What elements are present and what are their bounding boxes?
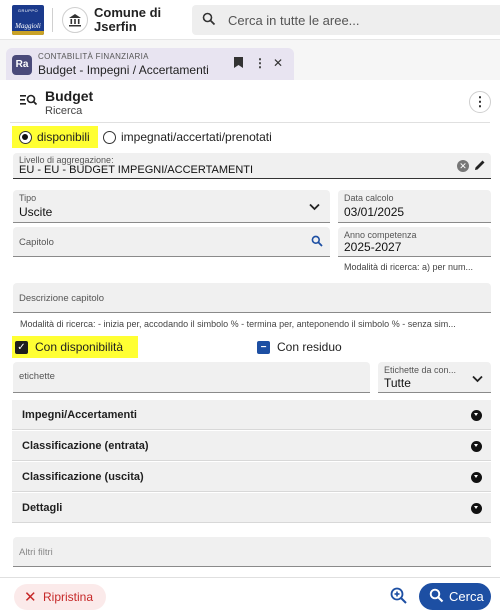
- tipo-value: Uscite: [19, 205, 53, 219]
- etichette-select[interactable]: Etichette da con... Tutte: [378, 362, 491, 393]
- accordion-impegni-accertamenti[interactable]: Impegni/Accertamenti: [12, 400, 491, 430]
- tipo-label: Tipo: [19, 193, 37, 203]
- descrizione-placeholder: Descrizione capitolo: [19, 293, 105, 304]
- radio-button-selected[interactable]: [19, 130, 32, 144]
- etichette-input[interactable]: etichette: [13, 362, 370, 393]
- etichette-placeholder: etichette: [19, 371, 55, 382]
- search-icon: [202, 12, 216, 29]
- radio-impegnati-label: impegnati/accertati/prenotati: [121, 130, 272, 144]
- etichette-select-label: Etichette da con...: [384, 365, 457, 375]
- tab-section: CONTABILITÀ FINANZIARIA: [38, 52, 149, 61]
- con-residuo-label: Con residuo: [277, 340, 342, 354]
- edit-icon[interactable]: [474, 159, 486, 174]
- town-hall-icon[interactable]: [62, 7, 88, 33]
- capitolo-input[interactable]: Capitolo: [13, 227, 330, 257]
- search-button[interactable]: Cerca: [419, 583, 491, 610]
- reset-label: Ripristina: [43, 590, 94, 604]
- comune-name[interactable]: Comune di Jserfin: [94, 6, 161, 34]
- maggioli-logo[interactable]: GRUPPO Maggioli: [12, 5, 44, 35]
- accordion-classificazione-entrata[interactable]: Classificazione (entrata): [12, 431, 491, 461]
- data-calcolo-value: 03/01/2025: [344, 205, 405, 219]
- anno-label: Anno competenza: [344, 230, 417, 240]
- tab-strip: Ra CONTABILITÀ FINANZIARIA Budget - Impe…: [0, 40, 500, 80]
- bookmark-icon[interactable]: [234, 57, 243, 71]
- anno-hint: Modalità di ricerca: a) per num...: [344, 262, 474, 272]
- anno-value: 2025-2027: [344, 240, 402, 254]
- tab-more-icon[interactable]: ⋮: [254, 56, 266, 70]
- search-icon: [429, 588, 444, 606]
- zoom-in-button[interactable]: [389, 586, 411, 608]
- clear-icon[interactable]: ✕: [457, 160, 469, 172]
- accordion-title: Classificazione (uscita): [22, 471, 144, 483]
- radio-disponibili[interactable]: disponibili: [12, 126, 98, 148]
- module-badge: Ra: [12, 55, 32, 75]
- descrizione-hint: Modalità di ricerca: - inizia per, accod…: [20, 319, 456, 329]
- divider: [0, 577, 500, 578]
- tab-budget[interactable]: Ra CONTABILITÀ FINANZIARIA Budget - Impe…: [6, 48, 294, 80]
- divider: [52, 8, 53, 32]
- accordion-title: Dettagli: [22, 502, 63, 514]
- search-button-label: Cerca: [449, 589, 484, 604]
- con-disponibilita-label: Con disponibilità: [35, 340, 124, 354]
- logo-line2: Maggioli: [15, 22, 41, 30]
- capitolo-placeholder: Capitolo: [19, 237, 54, 248]
- radio-disponibili-label: disponibili: [37, 130, 90, 144]
- filter-search-icon: [20, 93, 38, 110]
- expand-icon: [471, 472, 482, 483]
- radio-button[interactable]: [103, 130, 116, 144]
- chevron-down-icon: [309, 200, 320, 214]
- data-calcolo-label: Data calcolo: [344, 193, 394, 203]
- checkbox-checked-icon[interactable]: ✓: [15, 340, 28, 354]
- radio-impegnati[interactable]: impegnati/accertati/prenotati: [103, 126, 272, 148]
- page-subtitle: Ricerca: [45, 105, 83, 117]
- logo-line1: GRUPPO: [17, 8, 39, 13]
- etichette-select-value: Tutte: [384, 376, 411, 390]
- data-calcolo-field[interactable]: Data calcolo 03/01/2025: [338, 190, 491, 223]
- accordion-title: Impegni/Accertamenti: [22, 409, 137, 421]
- expand-icon: [471, 441, 482, 452]
- expand-icon: [471, 410, 482, 421]
- accordion-dettagli[interactable]: Dettagli: [12, 493, 491, 523]
- reset-button[interactable]: ✕ Ripristina: [14, 584, 106, 610]
- descrizione-capitolo-input[interactable]: Descrizione capitolo: [13, 283, 491, 313]
- close-icon[interactable]: ✕: [273, 56, 283, 70]
- top-bar: GRUPPO Maggioli Comune di Jserfin Cerca …: [0, 0, 500, 40]
- panel-menu-button[interactable]: ⋮: [469, 91, 491, 113]
- page-title: Budget: [45, 88, 94, 104]
- expand-icon: [471, 503, 482, 514]
- altri-filtri-input[interactable]: Altri filtri: [13, 537, 491, 567]
- anno-competenza-field[interactable]: Anno competenza 2025-2027: [338, 227, 491, 257]
- close-icon: ✕: [24, 589, 37, 606]
- altri-filtri-placeholder: Altri filtri: [19, 547, 53, 558]
- checkbox-con-residuo[interactable]: − Con residuo: [257, 336, 342, 358]
- accordion-classificazione-uscita[interactable]: Classificazione (uscita): [12, 462, 491, 492]
- checkbox-indeterminate-icon[interactable]: −: [257, 340, 270, 354]
- chevron-down-icon: [472, 372, 483, 386]
- comune-line1: Comune di: [94, 5, 162, 20]
- divider: [10, 122, 490, 123]
- checkbox-con-disponibilita[interactable]: ✓ Con disponibilità: [12, 336, 138, 358]
- livello-value: EU - EU - BUDGET IMPEGNI/ACCERTAMENTI: [19, 164, 254, 176]
- accordion-title: Classificazione (entrata): [22, 440, 149, 452]
- search-panel: Budget Ricerca ⋮ disponibili impegnati/a…: [0, 80, 500, 612]
- tipo-select[interactable]: Tipo Uscite: [13, 190, 330, 223]
- search-placeholder: Cerca in tutte le aree...: [228, 13, 360, 28]
- search-icon[interactable]: [311, 235, 323, 250]
- comune-line2: Jserfin: [94, 19, 137, 34]
- global-search-input[interactable]: Cerca in tutte le aree...: [192, 5, 500, 35]
- livello-aggregazione-field[interactable]: Livello di aggregazione: EU - EU - BUDGE…: [13, 153, 491, 179]
- tab-title: Budget - Impegni / Accertamenti: [38, 63, 209, 77]
